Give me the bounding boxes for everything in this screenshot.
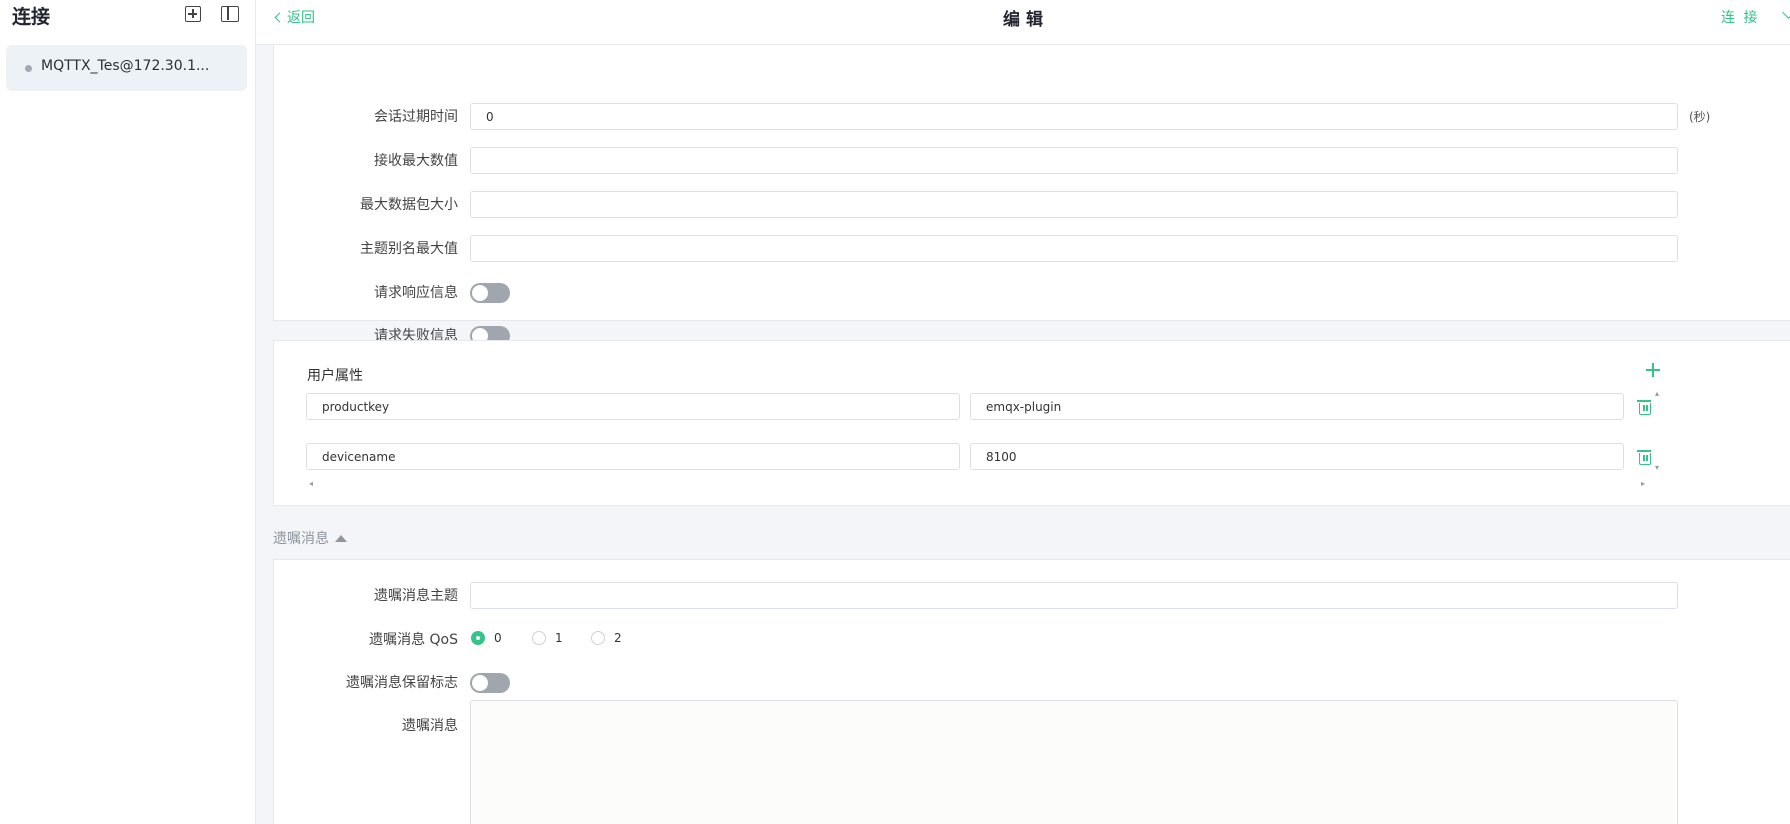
will-section-header[interactable]: 遗嘱消息 [273,528,347,548]
topic-alias-max-label: 主题别名最大值 [360,241,458,257]
connection-item[interactable]: MQTTX_Tes@172.30.1... [6,45,247,91]
connect-button[interactable]: 连 接 [1721,7,1759,27]
will-topic-label: 遗嘱消息主题 [374,588,458,604]
request-response-info-toggle[interactable] [470,283,510,303]
will-qos-label: 遗嘱消息 QoS [369,632,458,648]
session-expiry-input[interactable] [470,103,1678,130]
delete-property-icon[interactable] [1637,400,1651,415]
property-key-input[interactable] [306,443,960,470]
connection-status-dot [25,65,32,72]
connections-sidebar: 连接 MQTTX_Tes@172.30.1... [0,0,256,824]
page-title: 编 辑 [1003,10,1043,30]
scroll-up-icon[interactable]: ▴ [1655,389,1659,398]
topbar: 返回 编 辑 连 接 [256,0,1790,45]
will-settings-card: 遗嘱消息主题 遗嘱消息 QoS 0 1 2 遗嘱消息保留标志 遗嘱消息 [273,559,1790,824]
max-packet-size-input[interactable] [470,191,1678,218]
request-response-info-label: 请求响应信息 [374,285,458,301]
toggle-layout-icon[interactable] [221,6,239,22]
qos-1-label: 1 [555,631,563,645]
add-property-icon[interactable] [1646,363,1660,377]
session-expiry-label: 会话过期时间 [374,109,458,125]
will-topic-input[interactable] [470,582,1678,609]
edit-form: 会话过期时间 (秒) 接收最大数值 最大数据包大小 主题别名最大值 请求响应信息… [256,45,1790,824]
advanced-settings-card: 会话过期时间 (秒) 接收最大数值 最大数据包大小 主题别名最大值 请求响应信息… [273,45,1790,346]
max-packet-size-label: 最大数据包大小 [360,197,458,213]
scroll-down-icon[interactable]: ▾ [1655,463,1659,472]
will-payload-textarea[interactable] [470,700,1678,824]
caret-up-icon [335,534,347,542]
qos-0-label: 0 [494,631,502,645]
user-properties-title: 用户属性 [307,368,363,384]
sidebar-header: 连接 [0,0,255,30]
property-value-input[interactable] [970,393,1624,420]
sidebar-title: 连接 [12,6,51,28]
scroll-left-icon[interactable]: ◂ [309,479,313,488]
topic-alias-max-input[interactable] [470,235,1678,262]
scroll-right-icon[interactable]: ▸ [1641,479,1645,488]
receive-maximum-input[interactable] [470,147,1678,174]
property-value-input[interactable] [970,443,1624,470]
will-retain-toggle[interactable] [470,673,510,693]
user-properties-card: 用户属性 ▴ ▾ ◂ ▸ [273,340,1790,506]
will-payload-label: 遗嘱消息 [402,718,458,734]
will-section-title: 遗嘱消息 [273,531,329,547]
qos-2-radio[interactable] [591,631,605,645]
session-expiry-unit: (秒) [1689,110,1711,124]
connection-name: MQTTX_Tes@172.30.1... [41,58,210,74]
receive-maximum-label: 接收最大数值 [374,153,458,169]
will-retain-label: 遗嘱消息保留标志 [346,675,458,691]
delete-property-icon[interactable] [1637,450,1651,465]
qos-0-radio[interactable] [471,631,485,645]
property-key-input[interactable] [306,393,960,420]
add-connection-icon[interactable] [185,6,201,22]
qos-2-label: 2 [614,631,622,645]
qos-1-radio[interactable] [532,631,546,645]
